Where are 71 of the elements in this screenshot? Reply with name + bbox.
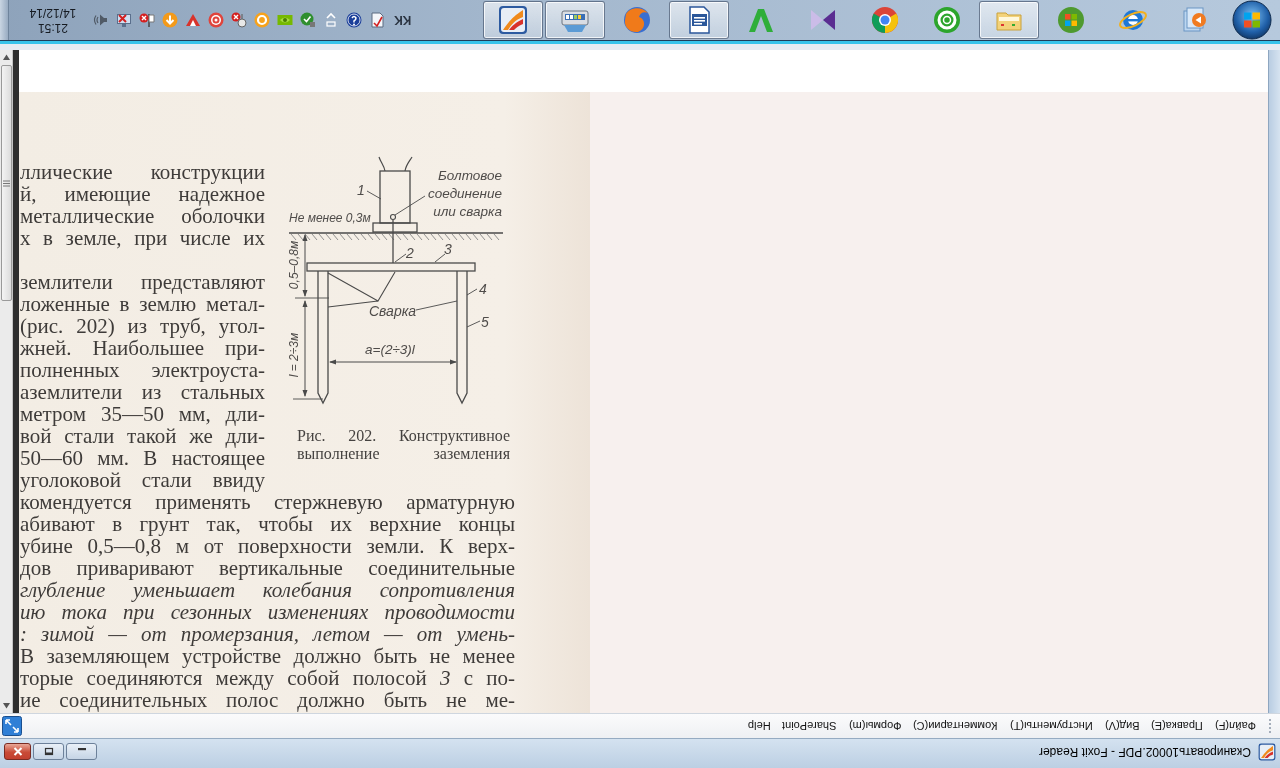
- figure-label: Болтовое соединение или сварка: [428, 168, 502, 219]
- grip-icon: [2, 179, 10, 187]
- expand-icon[interactable]: [2, 716, 22, 736]
- language-indicator[interactable]: KK: [392, 13, 414, 27]
- menu-item[interactable]: Правка(E): [1145, 718, 1209, 734]
- show-desktop-button[interactable]: [0, 0, 9, 40]
- figure-label: 0,5–0,8м: [287, 240, 301, 290]
- taskbar-app-button[interactable]: [483, 1, 543, 39]
- taskbar-app-button[interactable]: [979, 1, 1039, 39]
- window-title: Сканировать10002.PDF - Foxit Reader: [1039, 745, 1251, 759]
- taskbar-app-button[interactable]: [669, 1, 729, 39]
- menu-item[interactable]: Вид(V): [1098, 718, 1146, 734]
- browser-icon: [870, 5, 900, 35]
- figure-label: l = 2÷3м: [287, 332, 301, 378]
- menu-item[interactable]: Формы(m): [842, 718, 908, 734]
- leader-line: [434, 253, 446, 263]
- start-orb-icon: [1232, 0, 1272, 40]
- leader-line: [394, 253, 407, 263]
- scrollbar-track[interactable]: [0, 50, 13, 713]
- leader-line: [366, 190, 382, 200]
- tiles-logo-icon: [1056, 5, 1086, 35]
- flag-icon[interactable]: [138, 12, 155, 28]
- grip-icon[interactable]: [1268, 718, 1272, 734]
- download-icon[interactable]: [161, 12, 178, 28]
- network-icon[interactable]: [115, 12, 132, 28]
- speaker-icon[interactable]: [92, 12, 109, 28]
- menu-item[interactable]: Help: [741, 718, 777, 734]
- taskbar-clock[interactable]: 21:51 14/12/14: [17, 1, 89, 39]
- eye-logo-icon[interactable]: [276, 12, 293, 28]
- leader-line: [415, 300, 458, 311]
- bolt-joint: [389, 213, 397, 221]
- scroll-arrow-icon[interactable]: [1, 53, 11, 62]
- figure-label: 4: [479, 281, 487, 297]
- maximize-icon: [43, 747, 54, 756]
- menu-item[interactable]: Комментарии(C): [907, 718, 1004, 734]
- device-error-icon[interactable]: [230, 12, 247, 28]
- roof-icon[interactable]: [184, 12, 201, 28]
- pdf-reader-icon: [498, 5, 528, 35]
- figure-label: Не менее 0,3м: [289, 211, 371, 225]
- maximize-button[interactable]: [33, 743, 64, 760]
- menu-item[interactable]: Инструменты(T): [1003, 718, 1099, 734]
- figure-caption: Рис. 202. Конструктивное выполнение заземления: [297, 427, 510, 463]
- menu-item[interactable]: SharePoint: [776, 718, 843, 734]
- minimize-button[interactable]: [66, 743, 97, 760]
- close-button[interactable]: [4, 743, 31, 760]
- figure-label: 2: [406, 245, 414, 261]
- leader-line: [466, 288, 478, 296]
- ring-icon: [932, 5, 962, 35]
- menu-item[interactable]: Файл(F): [1208, 718, 1262, 734]
- figure-label: 1: [357, 182, 365, 198]
- paragraph-text: ллические конструкции й, имеющие надежное металлические оболочки х в земле, при числе их: [20, 161, 265, 249]
- weld-brace: [327, 271, 396, 308]
- check-badge-icon[interactable]: [299, 12, 316, 28]
- help-icon[interactable]: [345, 12, 362, 28]
- globe-icon: [622, 5, 652, 35]
- figure-label: Сварка: [369, 303, 417, 319]
- leader-line: [394, 195, 426, 216]
- pdf-reader-icon: [1258, 743, 1276, 761]
- document-check-icon[interactable]: [368, 12, 385, 28]
- scroll-arrow-icon[interactable]: [1, 701, 11, 710]
- figure-label: 3: [444, 241, 452, 257]
- start-button[interactable]: [1230, 0, 1274, 40]
- scrollbar-thumb[interactable]: [0, 65, 12, 301]
- paragraph-text: комендуется применять стержневую арматурную абивают в грунт так, чтобы их верхние концы убине 0,5—0,8 м от поверхности земли. К верх- дов приваривают вертикальные соединительные глубление уменьшает колебания сопротивления ию тока при сезонных изменениях проводимости : зимой — от промерзания, летом — от умень- В заземляющем устройстве должно быть не менее торые соединяются между собой полосой 3 с по- ие соединительных полос должно быть не ме-: [20, 491, 515, 711]
- leader-line: [466, 320, 481, 328]
- figure-label: a=(2÷3)l: [365, 342, 415, 357]
- figure-label: 5: [481, 314, 489, 330]
- taskbar-app-button[interactable]: [545, 1, 605, 39]
- ring-icon[interactable]: [253, 12, 270, 28]
- target-icon[interactable]: [207, 12, 224, 28]
- close-icon: [12, 747, 23, 756]
